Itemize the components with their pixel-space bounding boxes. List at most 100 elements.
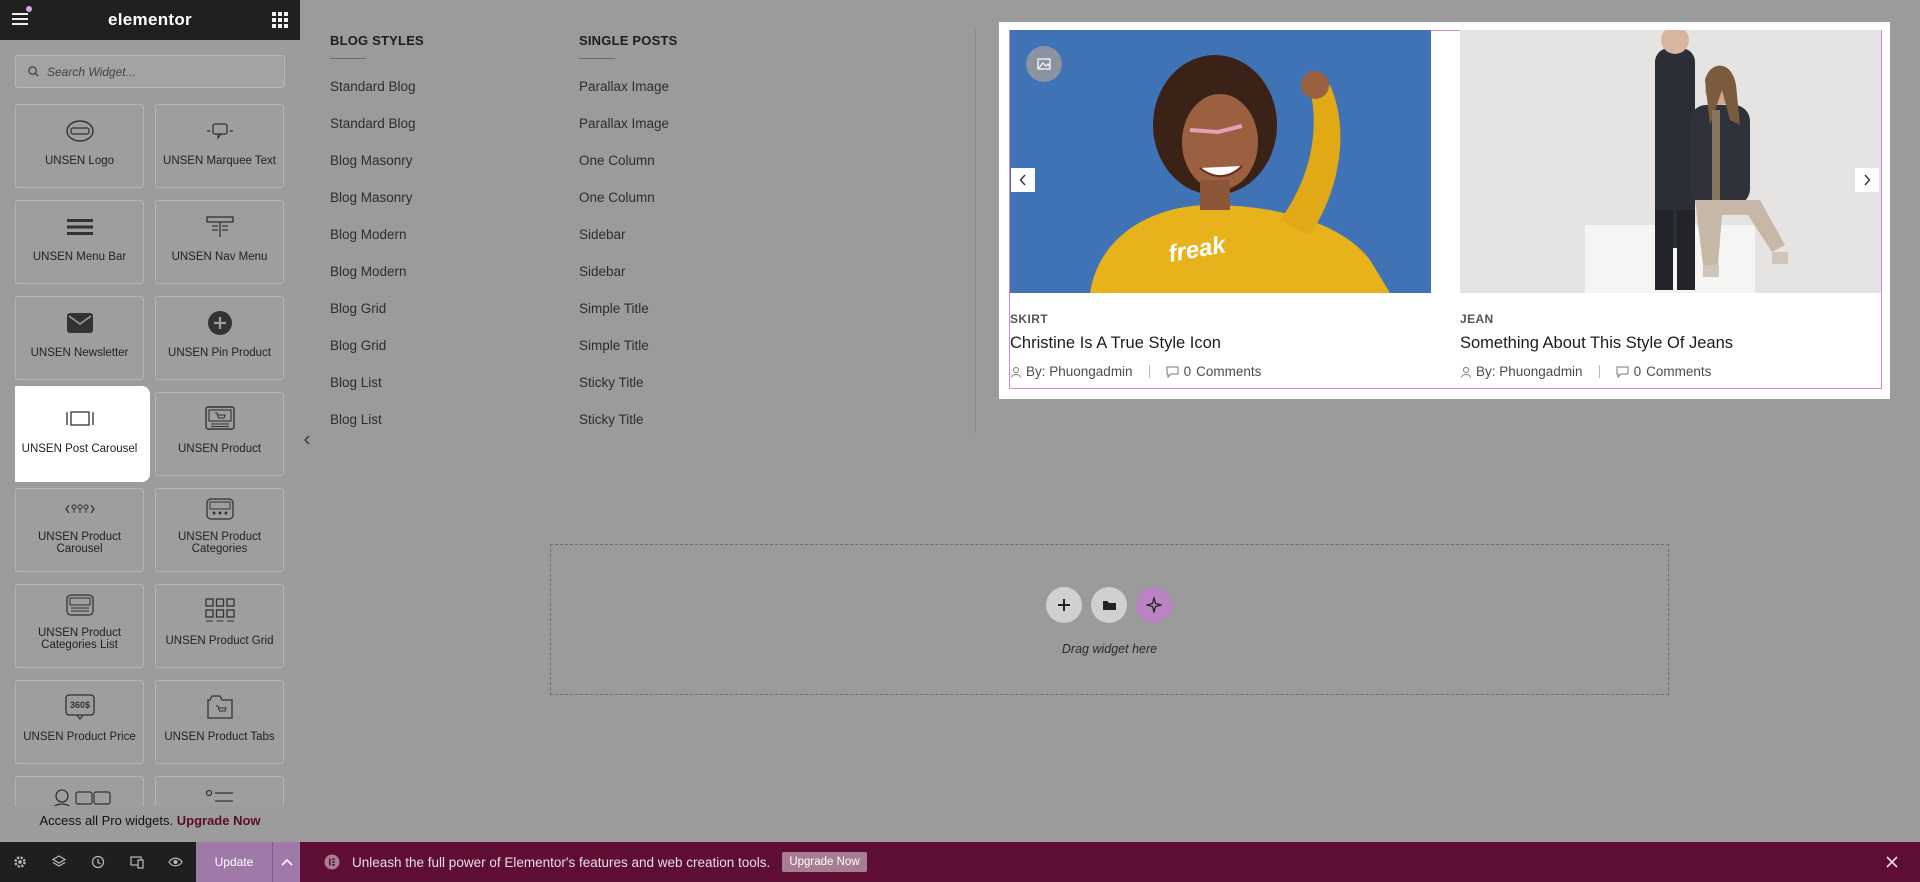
- post-carousel[interactable]: freak SKIRT Christine Is A True Style Ic…: [999, 22, 1890, 399]
- post-category[interactable]: SKIRT: [1010, 312, 1048, 326]
- list-icon: [205, 789, 233, 802]
- widget-unsen-product-carousel[interactable]: UNSEN Product Carousel: [15, 488, 144, 572]
- meta-separator: [1148, 365, 1150, 378]
- ai-generate-button[interactable]: [1136, 587, 1172, 623]
- single-posts-link[interactable]: Parallax Image: [579, 116, 669, 131]
- history-icon: [91, 855, 104, 869]
- widget-partial-2[interactable]: [155, 776, 284, 806]
- chevron-up-icon: [280, 858, 293, 866]
- widget-search[interactable]: [15, 55, 285, 88]
- logo-icon: [65, 120, 94, 142]
- blog-styles-link[interactable]: Standard Blog: [330, 79, 416, 94]
- widget-unsen-post-carousel[interactable]: UNSEN Post Carousel: [15, 392, 144, 476]
- widget-unsen-marquee-text[interactable]: UNSEN Marquee Text: [155, 104, 284, 188]
- widget-label: UNSEN Menu Bar: [32, 251, 127, 263]
- comments-label[interactable]: Comments: [1196, 364, 1261, 379]
- search-input[interactable]: [47, 64, 267, 79]
- widget-unsen-nav-menu[interactable]: UNSEN Nav Menu: [155, 200, 284, 284]
- title-underline: [330, 58, 366, 59]
- widget-unsen-pin-product[interactable]: UNSEN Pin Product: [155, 296, 284, 380]
- menu-bar-icon: [66, 219, 93, 235]
- widget-label: UNSEN Newsletter: [30, 347, 129, 359]
- blog-styles-link[interactable]: Blog Masonry: [330, 190, 413, 205]
- layers-icon: [51, 855, 66, 867]
- blog-styles-link[interactable]: Blog Grid: [330, 338, 386, 353]
- blog-styles-link[interactable]: Blog Modern: [330, 264, 407, 279]
- post-title[interactable]: Christine Is A True Style Icon: [1010, 334, 1221, 353]
- preview-button[interactable]: [156, 842, 195, 882]
- product-categories-list-icon: [65, 594, 94, 616]
- widget-unsen-newsletter[interactable]: UNSEN Newsletter: [15, 296, 144, 380]
- navigator-button[interactable]: [39, 842, 78, 882]
- comments-label[interactable]: Comments: [1646, 364, 1711, 379]
- post-author[interactable]: By: Phuongadmin: [1476, 364, 1583, 379]
- sparkle-icon: [1146, 597, 1162, 613]
- settings-button[interactable]: [0, 842, 39, 882]
- widget-unsen-product-tabs[interactable]: UNSEN Product Tabs: [155, 680, 284, 764]
- notice-text: Unleash the full power of Elementor's fe…: [352, 854, 771, 870]
- product-tabs-icon: [206, 695, 233, 719]
- widget-label: UNSEN Pin Product: [168, 347, 271, 359]
- add-section-button[interactable]: [1046, 587, 1082, 623]
- add-section-dropzone[interactable]: Drag widget here: [550, 544, 1669, 695]
- nav-menu-icon: [205, 216, 234, 237]
- blog-styles-title: BLOG STYLES: [330, 33, 424, 48]
- single-posts-link[interactable]: One Column: [579, 190, 655, 205]
- widget-unsen-menu-bar[interactable]: UNSEN Menu Bar: [15, 200, 144, 284]
- gear-icon: [13, 856, 26, 868]
- widget-unsen-product-price[interactable]: 360$ UNSEN Product Price: [15, 680, 144, 764]
- responsive-icon: [129, 856, 144, 869]
- widget-unsen-product-grid[interactable]: UNSEN Product Grid: [155, 584, 284, 668]
- chevron-left-icon: [304, 435, 310, 445]
- widget-label: UNSEN Product: [177, 443, 262, 455]
- apps-grid-icon[interactable]: [272, 12, 288, 28]
- post-category[interactable]: JEAN: [1460, 312, 1494, 326]
- widget-unsen-product-categories-list[interactable]: UNSEN Product Categories List: [15, 584, 144, 668]
- single-posts-link[interactable]: Simple Title: [579, 301, 649, 316]
- single-posts-link[interactable]: Simple Title: [579, 338, 649, 353]
- collapse-panel-button[interactable]: [300, 425, 314, 455]
- user-icon: [1011, 366, 1021, 378]
- price-tag-text: 360$: [69, 700, 89, 710]
- single-posts-link[interactable]: One Column: [579, 153, 655, 168]
- single-posts-link[interactable]: Sidebar: [579, 227, 626, 242]
- column-divider: [975, 30, 976, 433]
- post-title[interactable]: Something About This Style Of Jeans: [1460, 334, 1733, 353]
- post-image[interactable]: [1460, 30, 1881, 293]
- upgrade-now-link[interactable]: Upgrade Now: [177, 813, 261, 828]
- blog-styles-link[interactable]: Blog Grid: [330, 301, 386, 316]
- widget-unsen-product[interactable]: UNSEN Product: [155, 392, 284, 476]
- post-image[interactable]: freak: [1010, 30, 1431, 293]
- single-posts-title: SINGLE POSTS: [579, 33, 678, 48]
- blog-styles-link[interactable]: Blog Modern: [330, 227, 407, 242]
- widget-partial-1[interactable]: [15, 776, 144, 806]
- widget-unsen-product-categories[interactable]: UNSEN Product Categories: [155, 488, 284, 572]
- post-author[interactable]: By: Phuongadmin: [1026, 364, 1133, 379]
- blog-styles-link[interactable]: Blog List: [330, 375, 382, 390]
- blog-styles-link[interactable]: Blog List: [330, 412, 382, 427]
- plus-circle-icon: [207, 311, 232, 335]
- widget-unsen-logo[interactable]: UNSEN Logo: [15, 104, 144, 188]
- image-edit-badge[interactable]: [1026, 46, 1062, 82]
- single-posts-link[interactable]: Sticky Title: [579, 412, 644, 427]
- history-button[interactable]: [78, 842, 117, 882]
- add-template-button[interactable]: [1091, 587, 1127, 623]
- single-posts-link[interactable]: Sticky Title: [579, 375, 644, 390]
- carousel-prev-button[interactable]: [1011, 168, 1035, 192]
- notice-upgrade-button[interactable]: Upgrade Now: [782, 852, 867, 872]
- widget-label: UNSEN Product Categories: [177, 531, 262, 555]
- responsive-mode-button[interactable]: [117, 842, 156, 882]
- blog-styles-link[interactable]: Blog Masonry: [330, 153, 413, 168]
- close-icon[interactable]: [1884, 854, 1900, 870]
- comment-count[interactable]: 0: [1634, 364, 1642, 379]
- update-button[interactable]: Update: [196, 842, 272, 882]
- product-categories-icon: [205, 498, 234, 520]
- update-options-button[interactable]: [272, 842, 300, 882]
- comment-count[interactable]: 0: [1184, 364, 1192, 379]
- single-posts-link[interactable]: Sidebar: [579, 264, 626, 279]
- widget-panel: elementor UNSEN Logo UNSEN Marquee Text …: [0, 0, 300, 882]
- single-posts-link[interactable]: Parallax Image: [579, 79, 669, 94]
- blog-styles-link[interactable]: Standard Blog: [330, 116, 416, 131]
- carousel-next-button[interactable]: [1855, 168, 1879, 192]
- pro-text: Access all Pro widgets.: [39, 813, 174, 828]
